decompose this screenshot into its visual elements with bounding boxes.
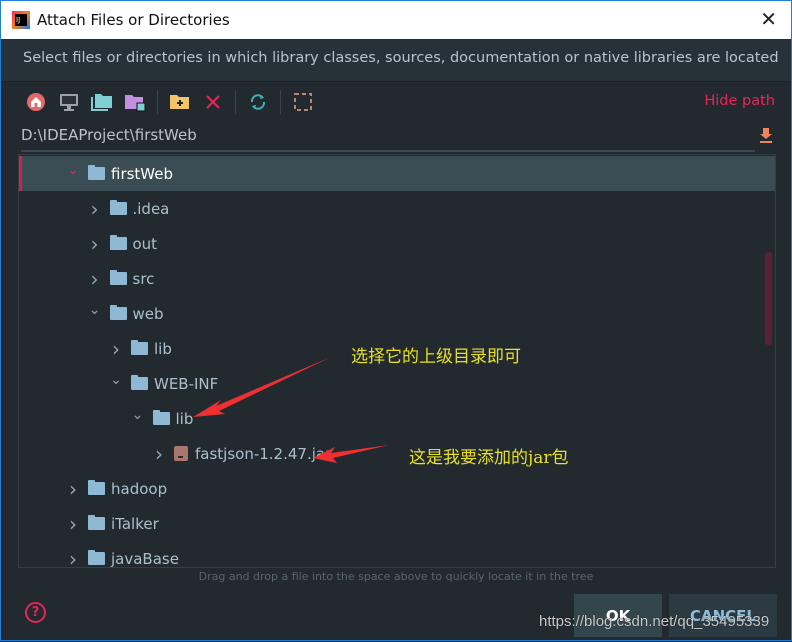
download-icon[interactable] <box>759 127 773 147</box>
tree-item-label: lib <box>175 409 194 428</box>
tree-item-label: .idea <box>132 199 170 218</box>
show-hidden-icon[interactable] <box>292 91 314 113</box>
folder-icon <box>109 270 127 285</box>
tree-item-label: hadoop <box>111 479 168 498</box>
tree-item[interactable]: › src <box>19 261 775 296</box>
tree-item[interactable]: › javaBase <box>19 541 775 568</box>
window-title: Attach Files or Directories <box>37 11 230 29</box>
tree-item-label: javaBase <box>111 549 179 568</box>
chevron-down-icon[interactable]: ⌄ <box>88 302 102 318</box>
home-icon[interactable] <box>25 91 47 113</box>
tree-item[interactable]: ⌄ web <box>19 296 775 331</box>
chevron-down-icon[interactable]: ⌄ <box>109 372 123 388</box>
module-folder-icon[interactable] <box>124 91 146 113</box>
folder-icon <box>109 200 127 215</box>
tree-item[interactable]: › iTalker <box>19 506 775 541</box>
toolbar-separator <box>157 90 158 114</box>
toolbar-separator <box>280 90 281 114</box>
tree-item[interactable]: › out <box>19 226 775 261</box>
tree-item-label: WEB-INF <box>154 374 219 393</box>
tree-item-label: firstWeb <box>111 164 174 183</box>
tree-item[interactable]: › fastjson-1.2.47.jar <box>19 436 775 471</box>
dialog-description: Select files or directories in which lib… <box>1 39 791 82</box>
chevron-right-icon[interactable]: › <box>88 197 102 221</box>
folder-icon <box>131 340 148 355</box>
chevron-down-icon[interactable]: ⌄ <box>66 162 80 178</box>
project-folder-icon[interactable] <box>91 91 113 113</box>
help-button[interactable]: ? <box>25 602 46 623</box>
chevron-right-icon[interactable]: › <box>109 337 123 361</box>
folder-icon <box>109 235 127 250</box>
folder-icon <box>88 165 105 180</box>
title-bar: IJ Attach Files or Directories ✕ <box>1 1 791 39</box>
tree-item[interactable]: › .idea <box>19 191 775 226</box>
new-folder-icon[interactable] <box>169 91 191 113</box>
path-input[interactable]: D:\IDEAProject\firstWeb <box>21 126 755 152</box>
tree-item-label: lib <box>154 339 172 358</box>
tree-item-label: src <box>132 269 155 288</box>
tree-item[interactable]: › hadoop <box>19 471 775 506</box>
folder-icon <box>152 410 170 425</box>
folder-icon <box>131 375 148 390</box>
tree-item[interactable]: ⌄ firstWeb <box>19 156 775 191</box>
folder-icon <box>88 550 105 565</box>
chevron-right-icon[interactable]: › <box>66 512 80 536</box>
folder-icon <box>88 515 105 530</box>
jar-file-icon <box>174 446 188 461</box>
folder-icon <box>109 305 127 320</box>
chevron-right-icon[interactable]: › <box>88 232 102 256</box>
hide-path-link[interactable]: Hide path <box>704 93 775 109</box>
tree-item-label: out <box>132 234 158 253</box>
delete-icon[interactable] <box>202 91 224 113</box>
annotation-select-parent: 选择它的上级目录即可 <box>351 347 521 367</box>
toolbar <box>25 89 314 115</box>
tree-item-label: iTalker <box>111 514 159 533</box>
chevron-right-icon[interactable]: › <box>152 442 166 466</box>
chevron-right-icon[interactable]: › <box>66 547 80 568</box>
tree-item[interactable]: ⌄ lib <box>19 401 775 436</box>
toolbar-separator <box>235 90 236 114</box>
tree-item[interactable]: ⌄ WEB-INF <box>19 366 775 401</box>
chevron-down-icon[interactable]: ⌄ <box>131 407 145 423</box>
desktop-icon[interactable] <box>58 91 80 113</box>
tree-item-label: fastjson-1.2.47.jar <box>195 444 332 463</box>
intellij-logo-icon: IJ <box>12 11 30 29</box>
chevron-right-icon[interactable]: › <box>88 267 102 291</box>
tree-item-label: web <box>132 304 164 323</box>
drag-drop-hint: Drag and drop a file into the space abov… <box>198 570 594 583</box>
close-button[interactable]: ✕ <box>760 7 777 31</box>
watermark: https://blog.csdn.net/qq_35495339 <box>539 613 770 630</box>
folder-icon <box>88 480 105 495</box>
chevron-right-icon[interactable]: › <box>66 477 80 501</box>
annotation-jar-to-add: 这是我要添加的jar包 <box>409 448 569 468</box>
refresh-icon[interactable] <box>247 91 269 113</box>
